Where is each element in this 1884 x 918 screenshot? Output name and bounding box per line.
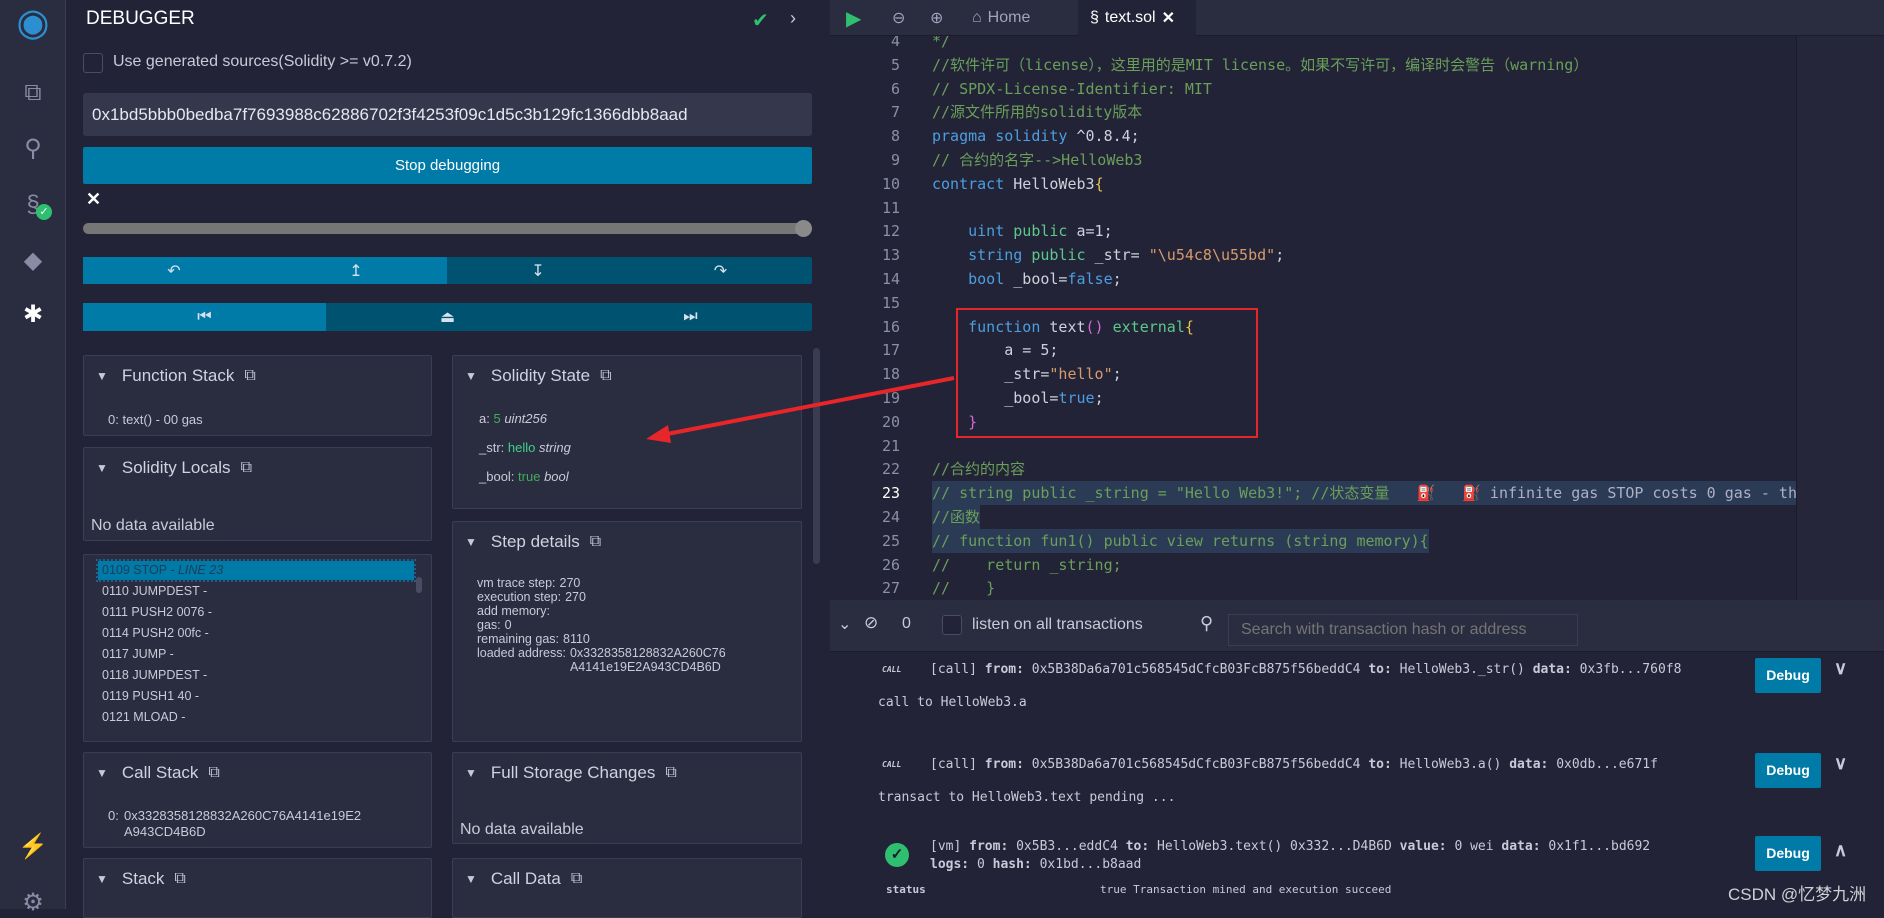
entry-from-label: from: <box>984 757 1024 772</box>
entry-tag: [call] <box>930 757 977 772</box>
debug-button[interactable]: Debug <box>1755 658 1821 693</box>
status-label: status <box>886 883 926 896</box>
arrow-head <box>646 425 671 443</box>
entry-to-label: to: <box>1368 662 1392 677</box>
entry-field: value: <box>1399 839 1447 854</box>
entry-field: 0x5B3...eddC4 <box>1016 839 1118 854</box>
pending-count: 0 <box>902 615 911 632</box>
entry-to-label: to: <box>1368 757 1392 772</box>
transaction-search-input[interactable] <box>1228 614 1578 646</box>
collapse-terminal-icon[interactable]: ⌄ <box>838 614 851 634</box>
entry-to: HelloWeb3._str() <box>1399 662 1525 677</box>
search-icon: ⚲ <box>1200 613 1214 633</box>
entry-message: call to HelloWeb3.a <box>878 695 1027 710</box>
entry-tag: [call] <box>930 662 977 677</box>
entry-from: 0x5B38Da6a701c568545dCfcB03FcB875f56bedd… <box>1031 757 1361 772</box>
debug-button[interactable]: Debug <box>1755 753 1821 788</box>
call-entry-summary[interactable]: [call] from: 0x5B38Da6a701c568545dCfcB03… <box>930 757 1666 772</box>
status-value: true Transaction mined and execution suc… <box>1100 883 1392 896</box>
success-icon: ✓ <box>885 843 909 867</box>
entry-field: logs: <box>930 857 970 872</box>
entry-field: [vm] <box>930 839 962 854</box>
chevron-up-icon[interactable]: ∧ <box>1834 840 1847 861</box>
chevron-down-icon[interactable]: ∨ <box>1834 753 1847 774</box>
call-icon: CALL <box>882 760 902 769</box>
entry-from-label: from: <box>984 662 1024 677</box>
entry-field: data: <box>1501 839 1541 854</box>
entry-message: transact to HelloWeb3.text pending ... <box>878 790 1176 805</box>
clear-console-icon[interactable]: ⊘ <box>864 613 878 633</box>
entry-field: to: <box>1125 839 1150 854</box>
entry-field: 0 <box>976 857 985 872</box>
entry-field: 0x1bd...b8aad <box>1039 857 1142 872</box>
entry-field: HelloWeb3.text() 0x332...D4B6D <box>1157 839 1392 854</box>
call-entry-summary[interactable]: [call] from: 0x5B38Da6a701c568545dCfcB03… <box>930 662 1689 677</box>
debug-button[interactable]: Debug <box>1755 836 1821 871</box>
call-icon: CALL <box>882 665 902 674</box>
vm-entry-summary[interactable]: [vm] from: 0x5B3...eddC4 to: HelloWeb3.t… <box>930 838 1650 874</box>
entry-data-label: data: <box>1509 757 1549 772</box>
entry-from: 0x5B38Da6a701c568545dCfcB03FcB875f56bedd… <box>1031 662 1361 677</box>
entry-field: 0 wei <box>1454 839 1494 854</box>
watermark: CSDN @忆梦九洲 <box>1728 885 1867 904</box>
entry-to: HelloWeb3.a() <box>1399 757 1502 772</box>
listen-checkbox[interactable] <box>942 615 962 635</box>
terminal-toolbar: ⌄ ⊘ 0 listen on all transactions ⚲ <box>830 600 1884 652</box>
entry-field: hash: <box>992 857 1032 872</box>
entry-field: from: <box>969 839 1009 854</box>
entry-data: 0x3fb...760f8 <box>1579 662 1682 677</box>
entry-data: 0x0db...e671f <box>1556 757 1658 772</box>
listen-label: listen on all transactions <box>972 616 1143 633</box>
entry-field: 0x1f1...bd692 <box>1548 839 1651 854</box>
terminal: ⌄ ⊘ 0 listen on all transactions ⚲ CALL [… <box>830 600 1884 909</box>
entry-data-label: data: <box>1532 662 1572 677</box>
arrow-line <box>661 376 955 437</box>
chevron-down-icon[interactable]: ∨ <box>1834 658 1847 679</box>
